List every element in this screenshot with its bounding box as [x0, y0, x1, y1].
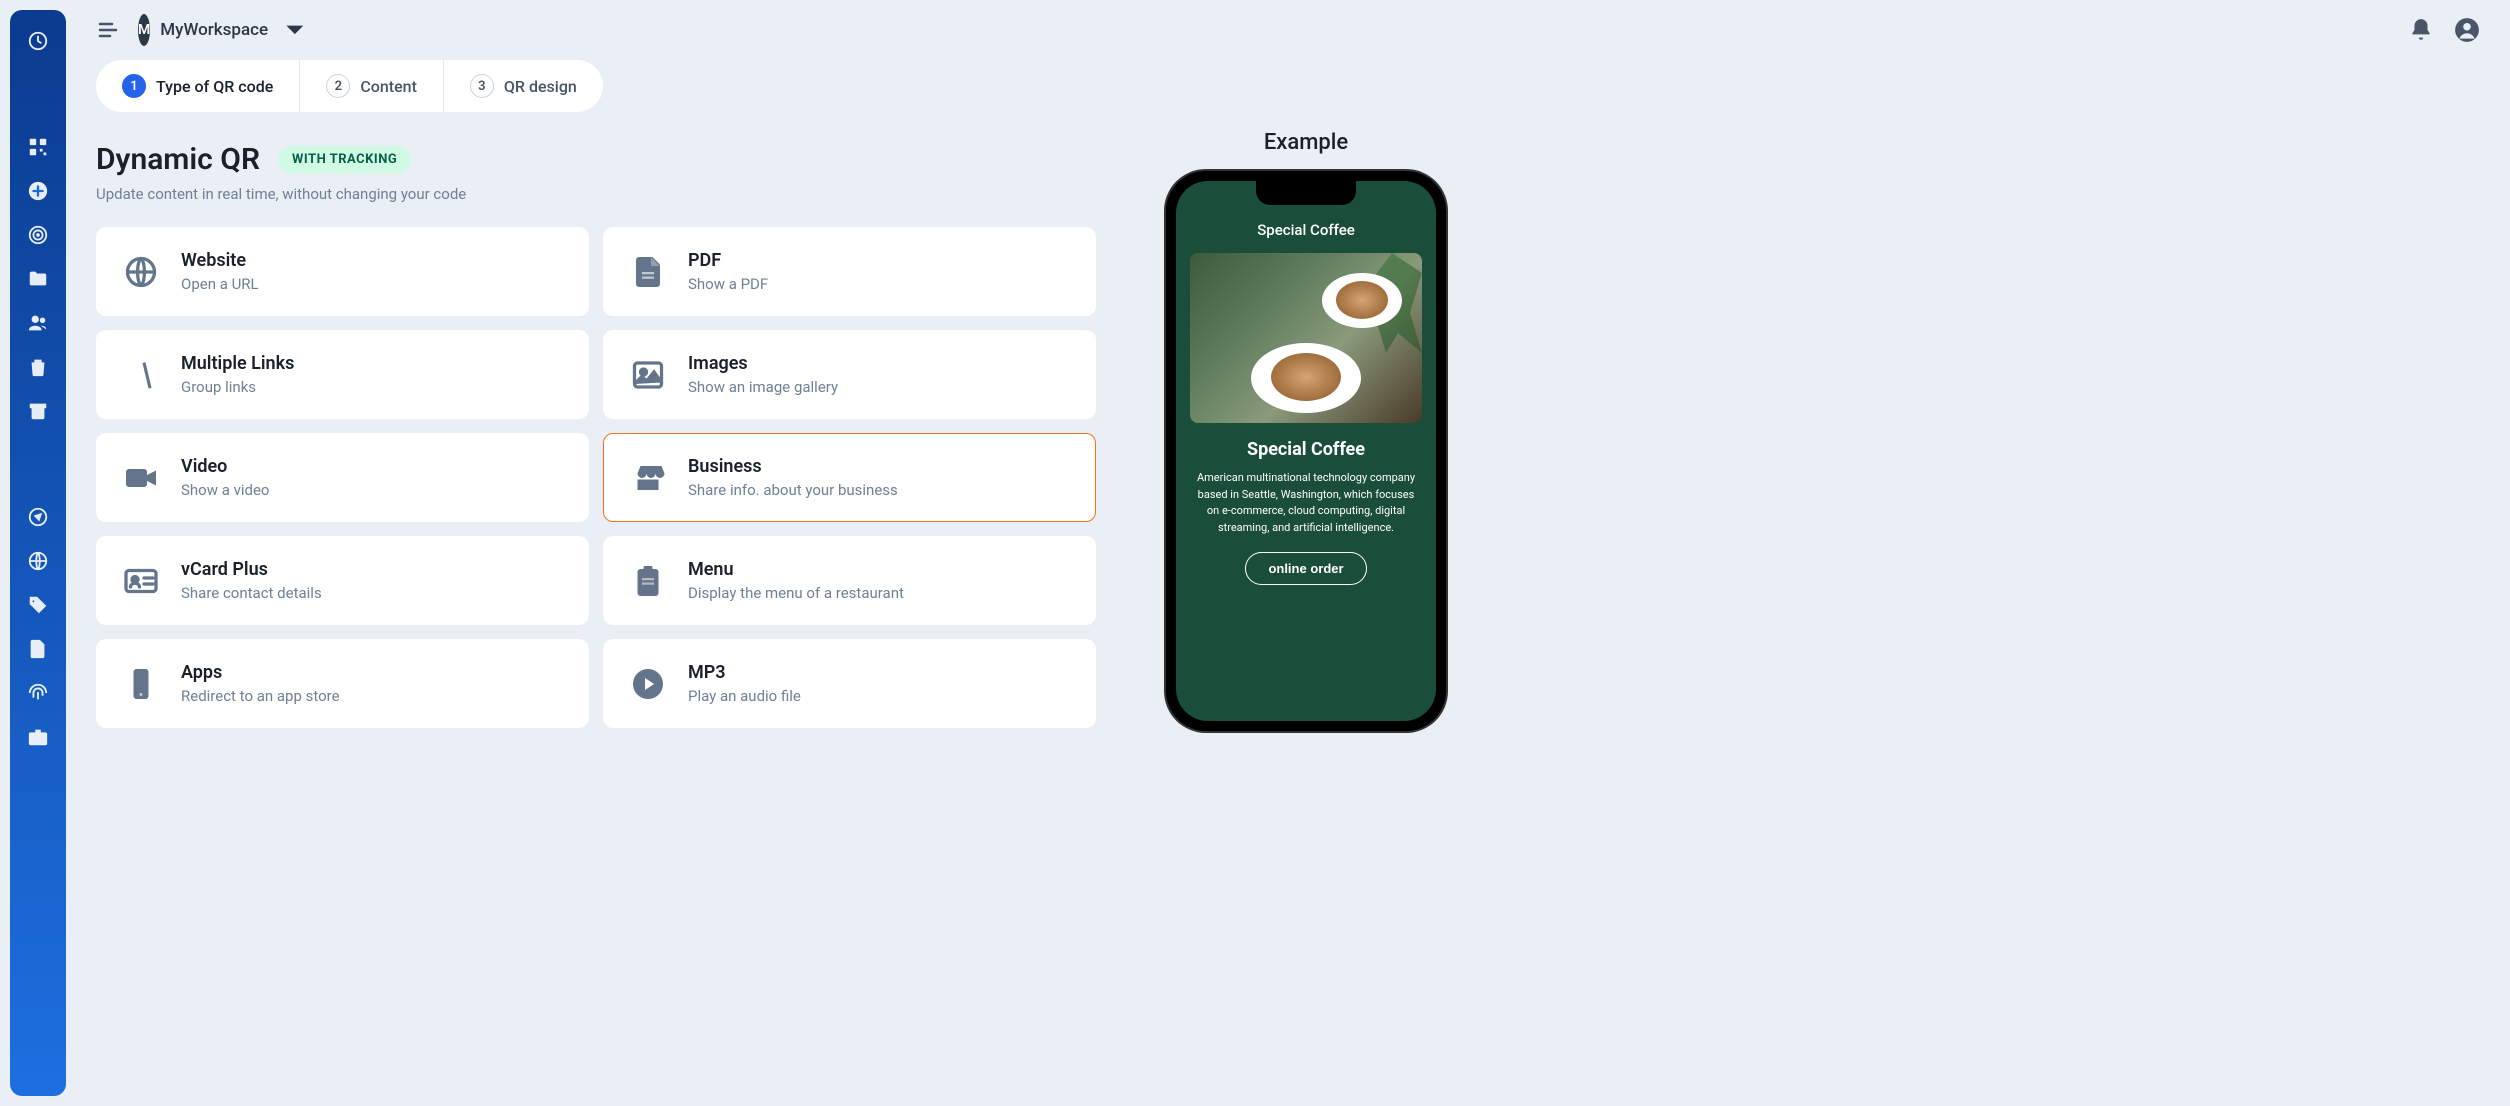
image-icon — [630, 357, 666, 393]
step-content[interactable]: 2 Content — [300, 60, 444, 112]
preview-title: Special Coffee — [1247, 439, 1365, 460]
section-title: Dynamic QR — [96, 142, 260, 177]
qr-type-images[interactable]: Images Show an image gallery — [603, 330, 1096, 419]
workspace-selector[interactable]: M MyWorkspace — [138, 13, 312, 47]
phone-preview: Special Coffee Special Coffee American m… — [1166, 171, 1446, 731]
tag-icon[interactable] — [27, 594, 49, 616]
globe-icon — [123, 254, 159, 290]
mobile-icon — [123, 666, 159, 702]
preview-header: Special Coffee — [1257, 221, 1355, 239]
topbar: M MyWorkspace — [86, 0, 2490, 60]
menu-toggle-icon[interactable] — [96, 18, 120, 42]
qr-icon[interactable] — [27, 136, 49, 158]
sidebar — [10, 10, 66, 1096]
clipboard-icon — [630, 563, 666, 599]
step-design[interactable]: 3 QR design — [444, 60, 603, 112]
preview-desc: American multinational technology compan… — [1190, 470, 1422, 536]
users-icon[interactable] — [27, 312, 49, 334]
folder-icon[interactable] — [27, 268, 49, 290]
dashboard-icon[interactable] — [27, 30, 49, 52]
archive-icon[interactable] — [27, 400, 49, 422]
workspace-avatar: M — [138, 14, 150, 46]
preview-label: Example — [1264, 130, 1348, 155]
qr-type-vcard[interactable]: vCard Plus Share contact details — [96, 536, 589, 625]
add-icon[interactable] — [27, 180, 49, 202]
globe-icon[interactable] — [27, 550, 49, 572]
tracking-badge: WITH TRACKING — [278, 146, 411, 173]
file-pdf-icon — [630, 254, 666, 290]
fingerprint-icon[interactable] — [27, 682, 49, 704]
qr-type-apps[interactable]: Apps Redirect to an app store — [96, 639, 589, 728]
chevron-down-icon — [278, 13, 312, 47]
qr-type-pdf[interactable]: PDF Show a PDF — [603, 227, 1096, 316]
file-icon[interactable] — [27, 638, 49, 660]
video-icon — [123, 460, 159, 496]
step-type[interactable]: 1 Type of QR code — [96, 60, 300, 112]
qr-type-mp3[interactable]: MP3 Play an audio file — [603, 639, 1096, 728]
store-icon — [630, 460, 666, 496]
briefcase-icon[interactable] — [27, 726, 49, 748]
workspace-name: MyWorkspace — [160, 20, 268, 40]
qr-type-menu[interactable]: Menu Display the menu of a restaurant — [603, 536, 1096, 625]
preview-order-button[interactable]: online order — [1245, 552, 1366, 585]
compass-icon[interactable] — [27, 506, 49, 528]
user-avatar-icon[interactable] — [2454, 17, 2480, 43]
qr-type-business[interactable]: Business Share info. about your business — [603, 433, 1096, 522]
section-subtitle: Update content in real time, without cha… — [96, 185, 1096, 203]
id-card-icon — [123, 563, 159, 599]
books-icon — [123, 357, 159, 393]
step-tabs: 1 Type of QR code 2 Content 3 QR design — [96, 60, 603, 112]
play-circle-icon — [630, 666, 666, 702]
preview-image — [1190, 253, 1422, 423]
qr-type-multiple-links[interactable]: Multiple Links Group links — [96, 330, 589, 419]
qr-type-video[interactable]: Video Show a video — [96, 433, 589, 522]
notifications-icon[interactable] — [2408, 17, 2434, 43]
target-icon[interactable] — [27, 224, 49, 246]
qr-type-grid: Website Open a URL PDF Show a PDF — [96, 227, 1096, 728]
trash-icon[interactable] — [27, 356, 49, 378]
qr-type-website[interactable]: Website Open a URL — [96, 227, 589, 316]
